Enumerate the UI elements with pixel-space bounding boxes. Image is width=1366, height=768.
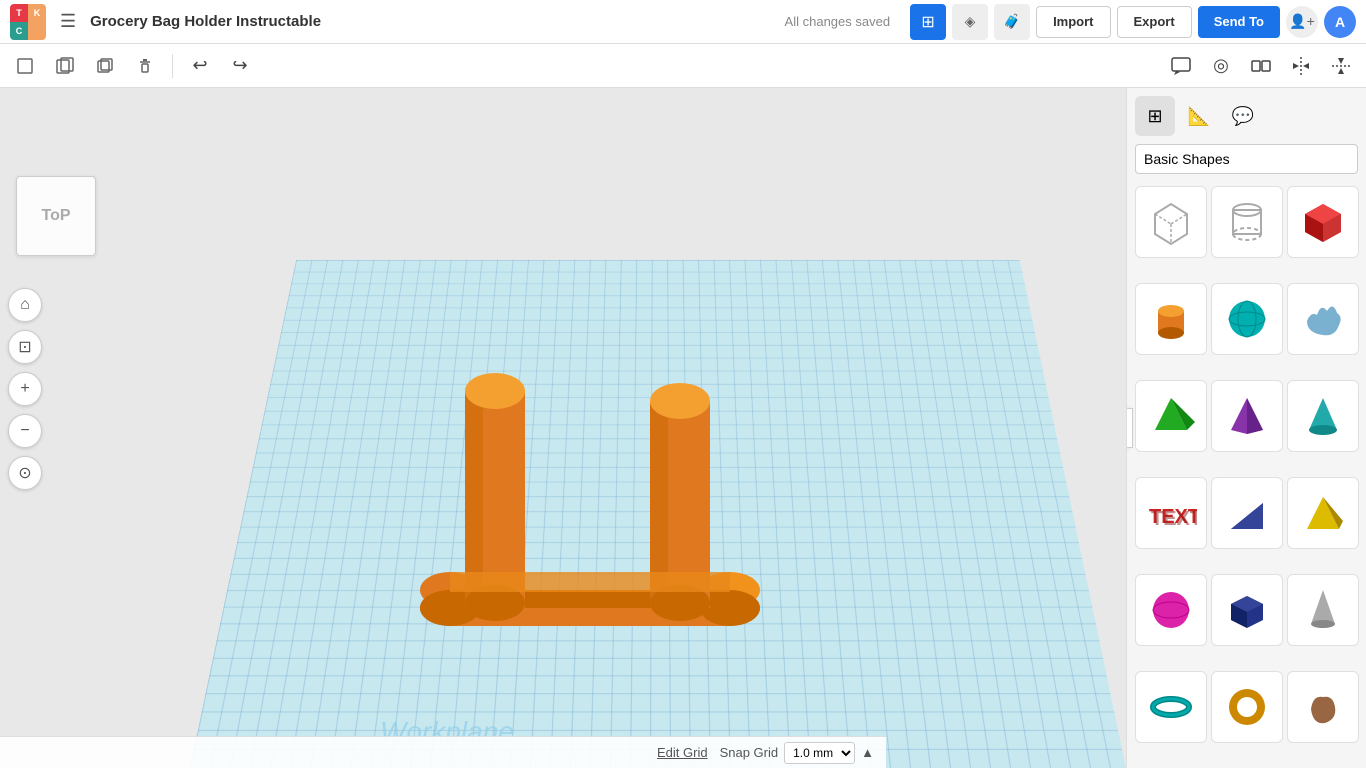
shape-pyramid-purple[interactable] <box>1211 380 1283 452</box>
zoom-out-button[interactable]: − <box>8 414 42 448</box>
home-button[interactable]: ⌂ <box>8 288 42 322</box>
shape-pyramid-green[interactable] <box>1135 380 1207 452</box>
shape-cone-gray[interactable] <box>1287 574 1359 646</box>
snap-grid-control: Snap Grid 1.0 mm 0.5 mm 0.1 mm 5.0 mm ▲ <box>720 742 874 764</box>
shape-category-select[interactable]: Basic Shapes Geometric Text & Numbers Co… <box>1135 144 1358 174</box>
shapes-category-dropdown: Basic Shapes Geometric Text & Numbers Co… <box>1135 144 1358 174</box>
shape-bumpy[interactable] <box>1287 283 1359 355</box>
grid-view-button[interactable]: ⊞ <box>910 4 946 40</box>
save-status: All changes saved <box>785 14 891 29</box>
export-button[interactable]: Export <box>1117 6 1192 38</box>
undo-button[interactable]: ↩ <box>183 49 217 83</box>
main-area: ToP ⌂ ⊡ + − ⊙ <box>0 88 1366 768</box>
delete-button[interactable] <box>128 49 162 83</box>
orbit-button[interactable]: ⊙ <box>8 456 42 490</box>
add-user-icon[interactable]: 👤+ <box>1286 6 1318 38</box>
new-button[interactable] <box>8 49 42 83</box>
header: T K C ☰ Grocery Bag Holder Instructable … <box>0 0 1366 44</box>
shape-sphere-teal[interactable] <box>1211 283 1283 355</box>
project-title: Grocery Bag Holder Instructable <box>90 13 774 30</box>
notes-tab[interactable]: 💬 <box>1223 96 1263 136</box>
view-cube-label: ToP <box>41 207 70 225</box>
import-button[interactable]: Import <box>1036 6 1110 38</box>
shape-cylinder-ghost[interactable] <box>1211 186 1283 258</box>
fit-button[interactable]: ⊡ <box>8 330 42 364</box>
shape-box-red[interactable] <box>1287 186 1359 258</box>
collapse-panel-button[interactable]: › <box>1126 408 1133 448</box>
zoom-in-button[interactable]: + <box>8 372 42 406</box>
user-avatar[interactable]: A <box>1324 6 1356 38</box>
logo-tinkercad-bottom <box>28 22 46 40</box>
redo-button[interactable]: ↪ <box>223 49 257 83</box>
toolbar: ↩ ↪ ◎ <box>0 44 1366 88</box>
view-cube[interactable]: ToP <box>16 176 96 256</box>
model-view-button[interactable]: 🧳 <box>994 4 1030 40</box>
snap-grid-select[interactable]: 1.0 mm 0.5 mm 0.1 mm 5.0 mm <box>784 742 855 764</box>
perspective-view-button[interactable]: ◈ <box>952 4 988 40</box>
canvas-area[interactable]: ToP ⌂ ⊡ + − ⊙ <box>0 88 1126 768</box>
right-panel: › ⊞ 📐 💬 Basic Shapes Geometric Text & Nu… <box>1126 88 1366 768</box>
tinkercad-logo[interactable]: T K C <box>10 4 46 40</box>
logo-tinkercad-c: C <box>10 22 28 40</box>
svg-text:TEXT: TEXT <box>1151 508 1197 530</box>
shape-wedge-blue[interactable] <box>1211 477 1283 549</box>
align-button[interactable]: ◎ <box>1204 49 1238 83</box>
shape-sphere-pink[interactable] <box>1135 574 1207 646</box>
shape-pyramid-yellow[interactable] <box>1287 477 1359 549</box>
3d-model[interactable] <box>180 248 880 708</box>
shapes-grid: TEXT TEXT <box>1127 182 1366 768</box>
header-right-controls: ⊞ ◈ 🧳 Import Export Send To 👤+ A <box>910 4 1356 40</box>
shape-cone-teal[interactable] <box>1287 380 1359 452</box>
toolbar-separator-1 <box>172 54 173 78</box>
duplicate-button[interactable] <box>88 49 122 83</box>
shape-blob-brown[interactable] <box>1287 671 1359 743</box>
shape-text-3d-red[interactable]: TEXT TEXT <box>1135 477 1207 549</box>
shape-torus-teal[interactable] <box>1135 671 1207 743</box>
shape-ring-orange[interactable] <box>1211 671 1283 743</box>
comment-button[interactable] <box>1164 49 1198 83</box>
snap-grid-chevron-icon: ▲ <box>861 745 874 760</box>
left-controls: ⌂ ⊡ + − ⊙ <box>8 288 42 490</box>
shape-box-ghost[interactable] <box>1135 186 1207 258</box>
copy-document-button[interactable] <box>48 49 82 83</box>
logo-tinkercad-t: T <box>10 4 28 22</box>
bottom-bar: Edit Grid Snap Grid 1.0 mm 0.5 mm 0.1 mm… <box>0 736 886 768</box>
group-button[interactable] <box>1244 49 1278 83</box>
shape-box-navy[interactable] <box>1211 574 1283 646</box>
shapes-tab[interactable]: ⊞ <box>1135 96 1175 136</box>
edit-grid-button[interactable]: Edit Grid <box>657 745 708 760</box>
snap-grid-label: Snap Grid <box>720 745 779 760</box>
logo-tinkercad-k: K <box>28 4 46 22</box>
send-to-button[interactable]: Send To <box>1198 6 1280 38</box>
mirror-h-button[interactable] <box>1284 49 1318 83</box>
hamburger-menu-icon[interactable]: ☰ <box>56 7 80 36</box>
panel-tabs: ⊞ 📐 💬 <box>1127 88 1366 136</box>
ruler-tab[interactable]: 📐 <box>1179 96 1219 136</box>
mirror-v-button[interactable] <box>1324 49 1358 83</box>
shape-cylinder-orange[interactable] <box>1135 283 1207 355</box>
